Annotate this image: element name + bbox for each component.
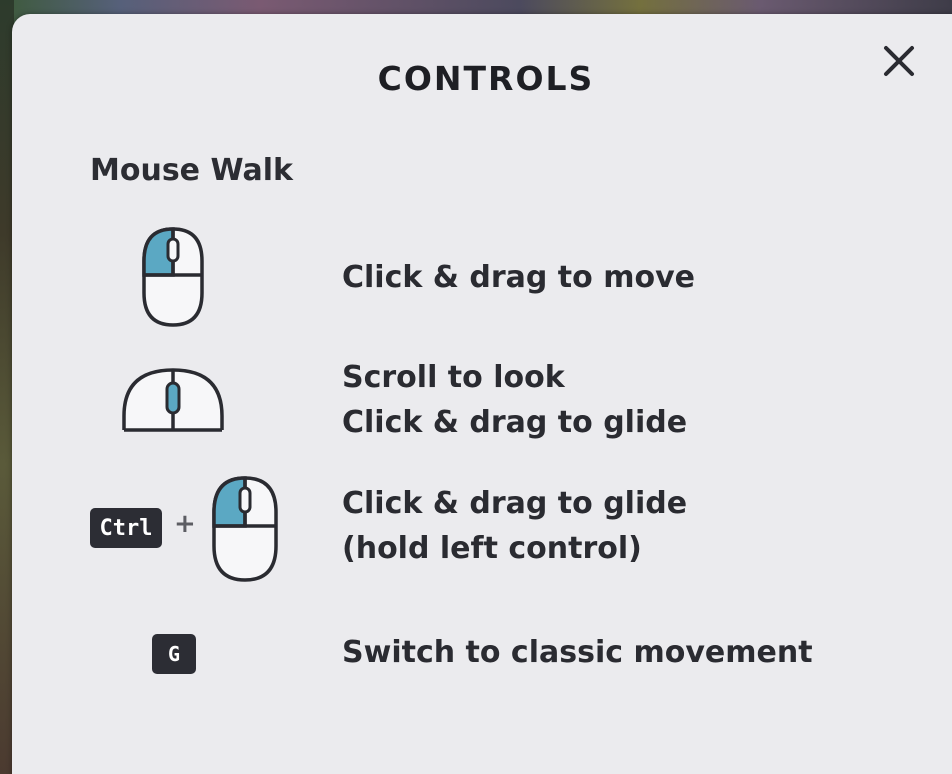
ctrl-plus-mouse-left-icon bbox=[208, 474, 282, 588]
section-heading-mouse-walk: Mouse Walk bbox=[90, 153, 293, 188]
row-ctrl-glide-line-1: Click & drag to glide bbox=[342, 486, 688, 521]
row-scroll-line-1: Scroll to look bbox=[342, 360, 565, 395]
plus-sign: + bbox=[174, 509, 196, 539]
row-classic-line-1: Switch to classic movement bbox=[342, 635, 813, 670]
row-move-text: Click & drag to move bbox=[342, 255, 695, 300]
row-classic-text: Switch to classic movement bbox=[342, 630, 813, 675]
row-ctrl-glide-line-2: (hold left control) bbox=[342, 531, 642, 566]
row-ctrl-glide-text: Click & drag to glide (hold left control… bbox=[342, 481, 687, 571]
mouse-scroll-wheel-icon bbox=[120, 364, 226, 442]
row-move-line-1: Click & drag to move bbox=[342, 260, 695, 295]
dialog-title: CONTROLS bbox=[377, 59, 595, 98]
mouse-left-button-icon bbox=[138, 225, 208, 333]
row-scroll-line-2: Click & drag to glide bbox=[342, 405, 688, 440]
row-scroll-text: Scroll to look Click & drag to glide bbox=[342, 355, 687, 445]
ctrl-key-icon: Ctrl bbox=[90, 508, 162, 548]
g-key-icon: G bbox=[152, 634, 196, 674]
